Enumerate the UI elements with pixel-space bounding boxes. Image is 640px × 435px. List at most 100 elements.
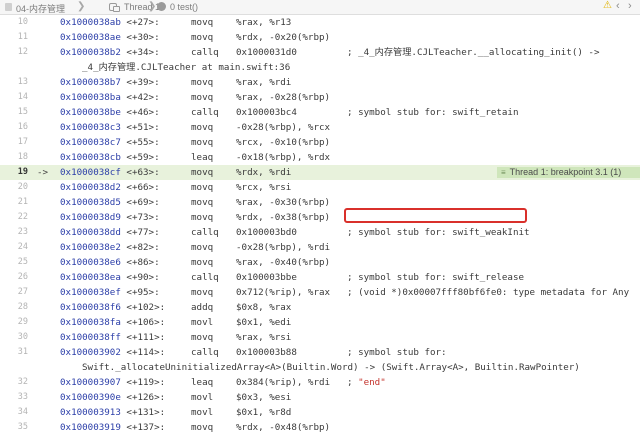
instruction-row: 15 0x1000038be <+46>: callq 0x100003bc4 ; sy… — [0, 105, 640, 120]
address-text: 0x1000038cb — [60, 152, 121, 163]
instruction-offset: <+137>: — [126, 422, 166, 433]
instruction-row: 23 0x1000038dd <+77>: callq 0x100003bd0 ; sy… — [0, 225, 640, 240]
address-text: 0x1000038ae — [60, 32, 121, 43]
mnemonic: movl — [191, 392, 214, 403]
instruction-offset: <+39>: — [126, 77, 160, 88]
instruction-offset: <+82>: — [126, 242, 160, 253]
continuation-line: Swift._allocateUninitializedArray<A>(Bui… — [0, 360, 640, 375]
instruction-address: 0x1000038d5 <+69>: — [60, 195, 160, 210]
instruction-offset: <+77>: — [126, 227, 160, 238]
instruction-offset: <+46>: — [126, 107, 160, 118]
instruction-row: 11 0x1000038ae <+30>: movq %rdx, -0x20(%rbp… — [0, 30, 640, 45]
mnemonic: movq — [191, 122, 214, 133]
comment: ; symbol stub for: swift_release — [347, 272, 525, 283]
mnemonic: leaq — [191, 152, 214, 163]
instruction-offset: <+34>: — [126, 47, 160, 58]
warning-icon[interactable]: ⚠ — [603, 0, 612, 11]
instruction-address: 0x1000038c3 <+51>: — [60, 120, 160, 135]
breakpoint-list-icon: ≡ — [501, 168, 506, 177]
operands: %rax, -0x30(%rbp) — [236, 197, 331, 208]
mnemonic: movq — [191, 182, 214, 193]
mnemonic: callq — [191, 107, 219, 118]
line-number: 35 — [17, 422, 28, 432]
instruction-offset: <+69>: — [126, 197, 160, 208]
operands: 0x100003bd0 — [236, 227, 297, 238]
operands: 0x712(%rip), %rax — [236, 287, 331, 298]
address-text: 0x1000038ff — [60, 332, 121, 343]
address-text: 0x1000038e2 — [60, 242, 121, 253]
comment: ; _4_内存管理.CJLTeacher.__allocating_init()… — [347, 47, 600, 58]
operands: 0x100003bc4 — [236, 107, 297, 118]
line-number: 10 — [17, 17, 28, 27]
comment: ; symbol stub for: swift_weakInit — [347, 227, 530, 238]
line-number: 19 — [17, 167, 28, 177]
address-text: 0x100003907 — [60, 377, 121, 388]
instruction-address: 0x1000038d9 <+73>: — [60, 210, 160, 225]
jump-bar-frame[interactable]: 0 test() — [170, 2, 198, 12]
instruction-address: 0x1000038ab <+27>: — [60, 15, 160, 30]
instruction-address: 0x1000038cb <+59>: — [60, 150, 160, 165]
address-text: 0x1000038d2 — [60, 182, 121, 193]
address-text: 0x1000038ef — [60, 287, 121, 298]
next-issue-icon[interactable]: › — [628, 0, 632, 12]
line-number: 17 — [17, 137, 28, 147]
line-number: 13 — [17, 77, 28, 87]
address-text: 0x1000038d5 — [60, 197, 121, 208]
line-number: 26 — [17, 272, 28, 282]
operands: %rdx, %rdi — [236, 167, 292, 178]
operands: $0x8, %rax — [236, 302, 292, 313]
instruction-address: 0x1000038ef <+95>: — [60, 285, 160, 300]
instruction-offset: <+66>: — [126, 182, 160, 193]
comment: ; symbol stub for: — [347, 347, 447, 358]
address-text: 0x100003902 — [60, 347, 121, 358]
address-text: 0x1000038c7 — [60, 137, 121, 148]
instruction-address: 0x100003907 <+119>: — [60, 375, 165, 390]
mnemonic: movq — [191, 422, 214, 433]
mnemonic: movl — [191, 407, 214, 418]
jump-bar-file[interactable]: 04-内存管理 — [16, 2, 65, 15]
instruction-offset: <+102>: — [126, 302, 166, 313]
mnemonic: movq — [191, 242, 214, 253]
operands: %rdx, -0x20(%rbp) — [236, 32, 331, 43]
instruction-row: 17 0x1000038c7 <+55>: movq %rcx, -0x10(%rbp… — [0, 135, 640, 150]
line-number: 23 — [17, 227, 28, 237]
mnemonic: movq — [191, 287, 214, 298]
operands: %rax, -0x40(%rbp) — [236, 257, 331, 268]
instruction-offset: <+111>: — [126, 332, 166, 343]
line-number: 14 — [17, 92, 28, 102]
instruction-offset: <+30>: — [126, 32, 160, 43]
operands: %rcx, %rsi — [236, 182, 292, 193]
operands: -0x18(%rbp), %rdx — [236, 152, 331, 163]
prev-issue-icon[interactable]: ‹ — [616, 0, 620, 12]
instruction-row: 31 0x100003902 <+114>: callq 0x100003b88 ; s… — [0, 345, 640, 360]
line-number: 34 — [17, 407, 28, 417]
instruction-row: 30 0x1000038ff <+111>: movq %rax, %rsi — [0, 330, 640, 345]
address-text: 0x1000038e6 — [60, 257, 121, 268]
instruction-row: 35 0x100003919 <+137>: movq %rdx, -0x48(%rb… — [0, 420, 640, 435]
operands: -0x28(%rbp), %rdi — [236, 242, 331, 253]
instruction-address: 0x1000038b2 <+34>: — [60, 45, 160, 60]
jump-bar: 04-内存管理 ❯ Thread 1 ❯ 0 test() ⚠ ‹ › — [0, 0, 640, 15]
address-text: 0x1000038dd — [60, 227, 121, 238]
address-text: 0x1000038ab — [60, 17, 121, 28]
instruction-address: 0x1000038ff <+111>: — [60, 330, 165, 345]
instruction-row: 21 0x1000038d5 <+69>: movq %rax, -0x30(%rbp… — [0, 195, 640, 210]
instruction-address: 0x1000038ea <+90>: — [60, 270, 160, 285]
line-number: 11 — [17, 32, 28, 42]
instruction-offset: <+73>: — [126, 212, 160, 223]
operands: $0x1, %r8d — [236, 407, 292, 418]
instruction-address: 0x1000038cf <+63>: — [60, 165, 160, 180]
address-text: 0x1000038b2 — [60, 47, 121, 58]
instruction-row: 25 0x1000038e6 <+86>: movq %rax, -0x40(%rbp… — [0, 255, 640, 270]
breakpoint-badge[interactable]: ≡ Thread 1: breakpoint 3.1 (1) — [497, 167, 640, 178]
instruction-row: 22 0x1000038d9 <+73>: movq %rdx, -0x38(%rbp… — [0, 210, 640, 225]
instruction-offset: <+86>: — [126, 257, 160, 268]
address-text: 0x10000390e — [60, 392, 121, 403]
operands: 0x100003bbe — [236, 272, 297, 283]
line-number: 21 — [17, 197, 28, 207]
address-text: 0x1000038cf — [60, 167, 121, 178]
address-text: 0x1000038b7 — [60, 77, 121, 88]
instruction-address: 0x1000038ba <+42>: — [60, 90, 160, 105]
instruction-address: 0x1000038fa <+106>: — [60, 315, 165, 330]
line-number: 27 — [17, 287, 28, 297]
